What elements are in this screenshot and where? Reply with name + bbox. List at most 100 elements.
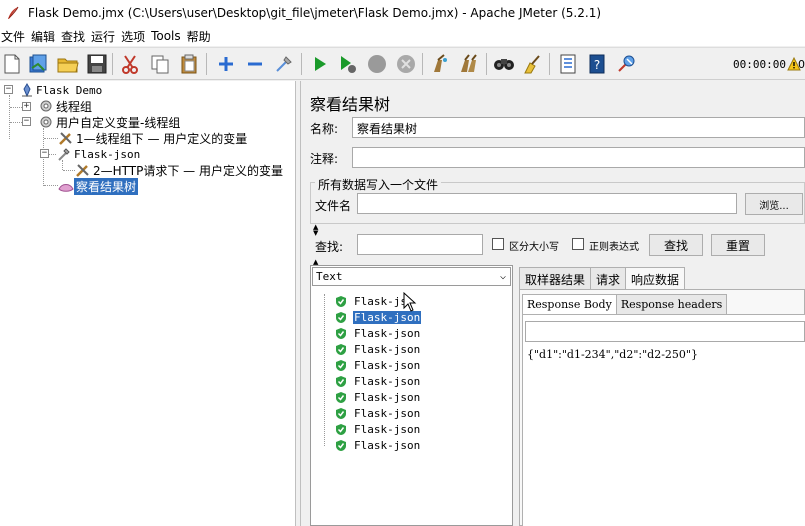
- function-helper-icon[interactable]: [557, 53, 579, 75]
- paste-icon[interactable]: [178, 53, 200, 75]
- sample-row[interactable]: Flask-json: [335, 373, 421, 389]
- tab-response-body[interactable]: Response Body: [522, 294, 617, 314]
- regex-label: 正则表达式: [589, 242, 639, 253]
- jmeter-feather-icon: [8, 6, 19, 19]
- write-to-file-group-title: 所有数据写入一个文件: [315, 176, 442, 193]
- sample-row[interactable]: Flask-json: [335, 421, 421, 437]
- splitter-arrows[interactable]: ▲ ▼: [313, 224, 318, 237]
- menu-edit[interactable]: 编辑: [30, 28, 60, 45]
- response-data-panel: Response Body Response headers {"d1":"d1…: [519, 289, 805, 526]
- filename-label: 文件名: [315, 199, 352, 213]
- clear-all-icon[interactable]: [458, 53, 480, 75]
- tree-node-udv-1[interactable]: 1—线程组下 — 用户定义的变量: [58, 130, 249, 146]
- start-icon[interactable]: [309, 53, 331, 75]
- help-icon[interactable]: ?: [586, 53, 608, 75]
- log-count[interactable]: 0: [798, 58, 805, 71]
- search-button[interactable]: 查找: [649, 234, 703, 256]
- tab-response-headers[interactable]: Response headers: [615, 294, 728, 314]
- comment-input[interactable]: [352, 147, 805, 168]
- menu-bar: 文件 编辑 查找 运行 选项 Tools 帮助: [0, 26, 805, 46]
- thread-group-expand-toggle[interactable]: +: [22, 102, 31, 111]
- sample-row[interactable]: Flask-json: [335, 437, 421, 453]
- sample-row[interactable]: Flask-json: [335, 357, 421, 373]
- reset-search-icon[interactable]: [521, 53, 543, 75]
- menu-help[interactable]: 帮助: [186, 28, 216, 45]
- sample-row[interactable]: Flask-json: [335, 405, 421, 421]
- menu-tools[interactable]: Tools: [150, 29, 186, 43]
- collapse-icon[interactable]: [244, 53, 266, 75]
- sample-row[interactable]: Flask-js: [335, 293, 408, 309]
- new-icon[interactable]: [1, 53, 23, 75]
- response-body-text: {"d1":"d1-234","d2":"d2-250"}: [527, 348, 698, 361]
- reset-button[interactable]: 重置: [711, 234, 765, 256]
- tab-request[interactable]: 请求: [590, 267, 627, 289]
- response-subtabs: Response Body Response headers: [522, 294, 728, 314]
- wrench-icon: [59, 132, 72, 145]
- copy-icon[interactable]: [149, 53, 171, 75]
- name-input[interactable]: 察看结果树: [352, 117, 805, 138]
- toolbar: ? 00:00:00 0: [0, 47, 805, 80]
- http-sampler-collapse-toggle[interactable]: −: [40, 149, 49, 158]
- menu-search[interactable]: 查找: [60, 28, 90, 45]
- remote-icon[interactable]: [615, 53, 637, 75]
- menu-options[interactable]: 选项: [120, 28, 150, 45]
- stop-icon[interactable]: [366, 53, 388, 75]
- tree-node-http-sampler[interactable]: Flask-json: [56, 146, 142, 162]
- elapsed-timer: 00:00:00: [733, 58, 786, 71]
- tree-node-thread-group[interactable]: 线程组: [38, 98, 94, 114]
- response-search-input[interactable]: [525, 321, 805, 342]
- templates-icon[interactable]: [27, 53, 49, 75]
- success-shield-icon: [336, 359, 346, 371]
- toggle-icon[interactable]: [273, 53, 295, 75]
- name-label: 名称:: [310, 122, 339, 136]
- window-title: Flask Demo.jmx (C:\Users\user\Desktop\gi…: [28, 6, 602, 20]
- filename-input[interactable]: [357, 193, 737, 214]
- menu-file[interactable]: 文件: [0, 28, 30, 45]
- tree-node-user-defined-thread-group[interactable]: 用户自定义变量-线程组: [38, 114, 182, 130]
- search-input[interactable]: [357, 234, 483, 255]
- comment-label: 注释:: [310, 152, 339, 166]
- success-shield-icon: [336, 391, 346, 403]
- regex-checkbox[interactable]: [572, 238, 584, 250]
- save-icon[interactable]: [86, 53, 108, 75]
- success-shield-icon: [336, 295, 346, 307]
- success-shield-icon: [336, 343, 346, 355]
- success-shield-icon: [336, 311, 346, 323]
- tree-splitter[interactable]: [296, 81, 301, 526]
- search-icon[interactable]: [493, 53, 515, 75]
- renderer-select[interactable]: Text ⌵: [312, 267, 511, 286]
- success-shield-icon: [336, 423, 346, 435]
- tree-node-udv-2[interactable]: 2—HTTP请求下 — 用户定义的变量: [75, 162, 285, 178]
- tab-sampler-result[interactable]: 取样器结果: [519, 267, 592, 289]
- udv-group-collapse-toggle[interactable]: −: [22, 117, 31, 126]
- shutdown-icon[interactable]: [395, 53, 417, 75]
- result-detail-panel: 取样器结果 请求 响应数据 Response Body Response hea…: [519, 265, 805, 526]
- success-shield-icon: [336, 375, 346, 387]
- browse-button[interactable]: 浏览...: [745, 193, 803, 215]
- clear-icon[interactable]: [429, 53, 451, 75]
- start-no-pause-icon[interactable]: [337, 53, 359, 75]
- case-sensitive-label: 区分大小写: [509, 242, 559, 253]
- success-shield-icon: [336, 407, 346, 419]
- sample-row[interactable]: Flask-json: [335, 325, 421, 341]
- page-title: 察看结果树: [310, 95, 391, 114]
- menu-run[interactable]: 运行: [90, 28, 120, 45]
- chevron-down-icon: ⌵: [499, 271, 506, 282]
- sample-row[interactable]: Flask-json: [335, 389, 421, 405]
- test-plan-tree: − Flask Demo + 线程组 − 用户自定义变量-线程组 1—线程组下 …: [0, 81, 296, 526]
- tab-response-data[interactable]: 响应数据: [625, 267, 686, 290]
- expand-icon[interactable]: [215, 53, 237, 75]
- tree-node-view-results-tree[interactable]: 察看结果树: [58, 177, 139, 195]
- root-collapse-toggle[interactable]: −: [4, 85, 13, 94]
- sample-row[interactable]: Flask-json: [335, 341, 421, 357]
- response-body-area[interactable]: {"d1":"d1-234","d2":"d2-250"}: [522, 314, 805, 526]
- case-sensitive-checkbox[interactable]: [492, 238, 504, 250]
- result-tabs: 取样器结果 请求 响应数据: [519, 267, 686, 290]
- open-icon[interactable]: [57, 53, 79, 75]
- wrench-icon: [76, 164, 89, 177]
- mouse-cursor-icon: [403, 292, 417, 312]
- gear-icon: [40, 116, 52, 128]
- cut-icon[interactable]: [119, 53, 141, 75]
- listener-panel: 察看结果树 名称: 察看结果树 注释: 所有数据写入一个文件 文件名 浏览...…: [302, 81, 805, 526]
- tree-node-test-plan[interactable]: Flask Demo: [20, 82, 104, 98]
